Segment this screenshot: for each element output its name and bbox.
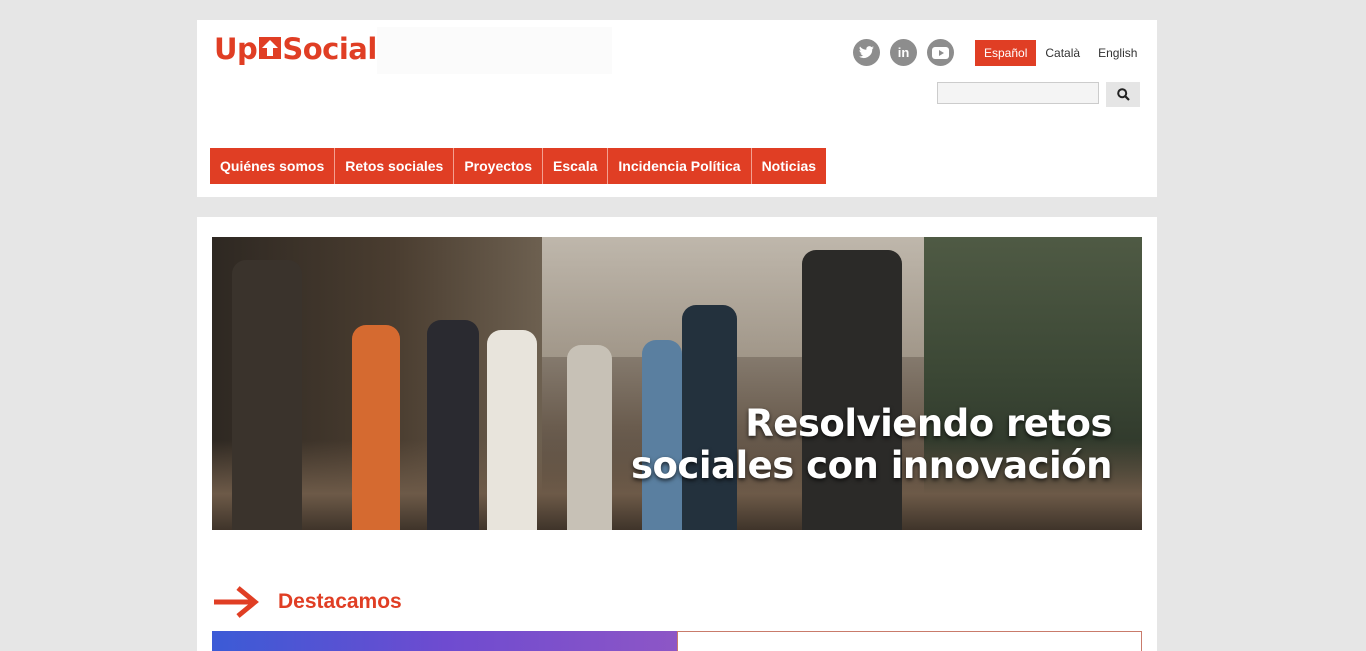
youtube-icon[interactable] (927, 39, 954, 66)
featured-header: Destacamos (212, 585, 402, 619)
nav-quienes-somos[interactable]: Quiénes somos (210, 148, 336, 184)
hero-person (352, 325, 400, 530)
search-icon (1116, 88, 1130, 101)
twitter-icon[interactable] (853, 39, 880, 66)
hero-headline: Resolviendo retos sociales con innovació… (630, 402, 1113, 487)
nav-proyectos[interactable]: Proyectos (454, 148, 544, 184)
hero-banner[interactable]: Resolviendo retos sociales con innovació… (212, 237, 1142, 530)
nav-incidencia-politica[interactable]: Incidencia Política (608, 148, 752, 184)
search-input[interactable] (937, 82, 1099, 104)
hero-cyclist (802, 250, 902, 530)
main-nav: Quiénes somos Retos sociales Proyectos E… (210, 148, 827, 184)
social-links: in (853, 39, 954, 66)
hero-person (567, 345, 612, 530)
hero-person (487, 330, 537, 530)
search-button[interactable] (1106, 82, 1140, 107)
main-content: Resolviendo retos sociales con innovació… (197, 217, 1157, 651)
lang-english[interactable]: English (1089, 40, 1146, 66)
nav-noticias[interactable]: Noticias (751, 148, 827, 184)
logo-text-up: Up (214, 32, 258, 66)
hero-person (427, 320, 479, 530)
featured-card[interactable] (677, 631, 1142, 651)
header: Up Social in Español Català English Quié… (197, 20, 1157, 197)
logo-text-social: Social (282, 32, 377, 66)
arrow-right-icon (214, 586, 259, 618)
featured-title: Destacamos (278, 590, 402, 613)
logo-strip (377, 27, 612, 74)
hero-person (232, 260, 302, 530)
linkedin-icon[interactable]: in (890, 39, 917, 66)
nav-escala[interactable]: Escala (543, 148, 609, 184)
lang-catala[interactable]: Català (1036, 40, 1089, 66)
nav-retos-sociales[interactable]: Retos sociales (335, 148, 455, 184)
featured-image[interactable] (212, 631, 677, 651)
lang-espanol[interactable]: Español (975, 40, 1037, 66)
logo[interactable]: Up Social (214, 31, 377, 67)
language-switcher: Español Català English (975, 40, 1146, 66)
logo-arrow-icon (259, 37, 282, 59)
